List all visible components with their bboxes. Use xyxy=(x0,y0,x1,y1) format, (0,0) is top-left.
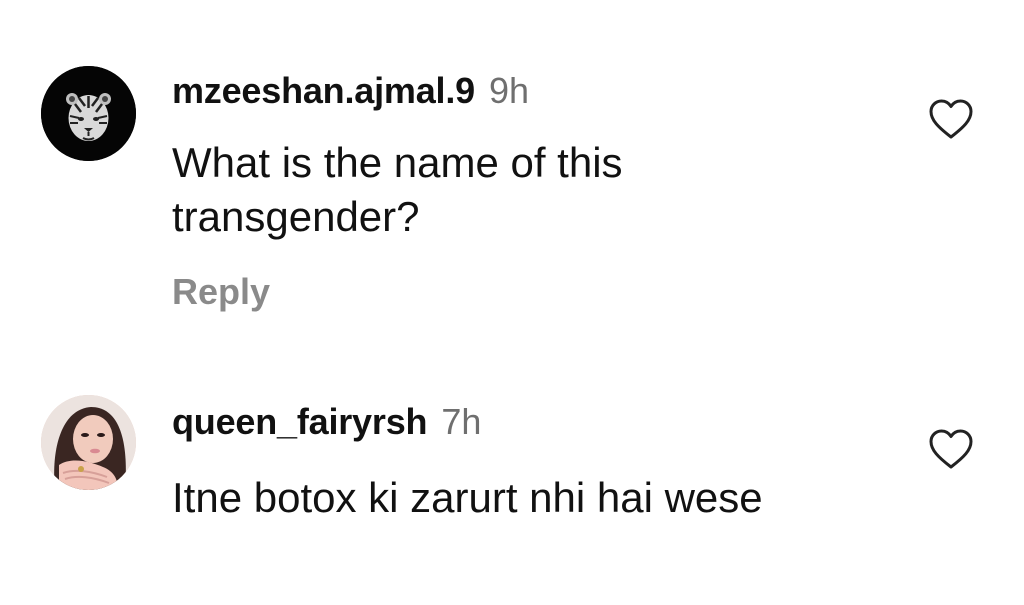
username[interactable]: mzeeshan.ajmal.9 xyxy=(172,70,475,111)
username[interactable]: queen_fairyrsh xyxy=(172,401,428,442)
tiger-avatar-icon xyxy=(41,66,136,161)
comment-meta: mzeeshan.ajmal.9 9h xyxy=(172,73,529,109)
comment-meta: queen_fairyrsh 7h xyxy=(172,404,481,440)
like-button[interactable] xyxy=(928,428,974,470)
timestamp: 7h xyxy=(441,401,482,442)
avatar[interactable] xyxy=(41,66,136,161)
comment-item: mzeeshan.ajmal.9 9h What is the name of t… xyxy=(0,60,1024,340)
comment-text: What is the name of this transgender? xyxy=(172,139,623,240)
heart-outline-icon xyxy=(929,99,973,139)
like-button[interactable] xyxy=(928,98,974,140)
comment-text: Itne botox ki zarurt nhi hai wese xyxy=(172,474,763,521)
timestamp: 9h xyxy=(488,70,530,111)
heart-outline-icon xyxy=(929,429,973,469)
comment-item: queen_fairyrsh 7h Itne botox ki zarurt nh… xyxy=(0,388,1024,605)
avatar[interactable] xyxy=(41,395,136,490)
profile-photo-avatar-icon xyxy=(41,395,136,490)
reply-button[interactable]: Reply xyxy=(172,274,270,310)
